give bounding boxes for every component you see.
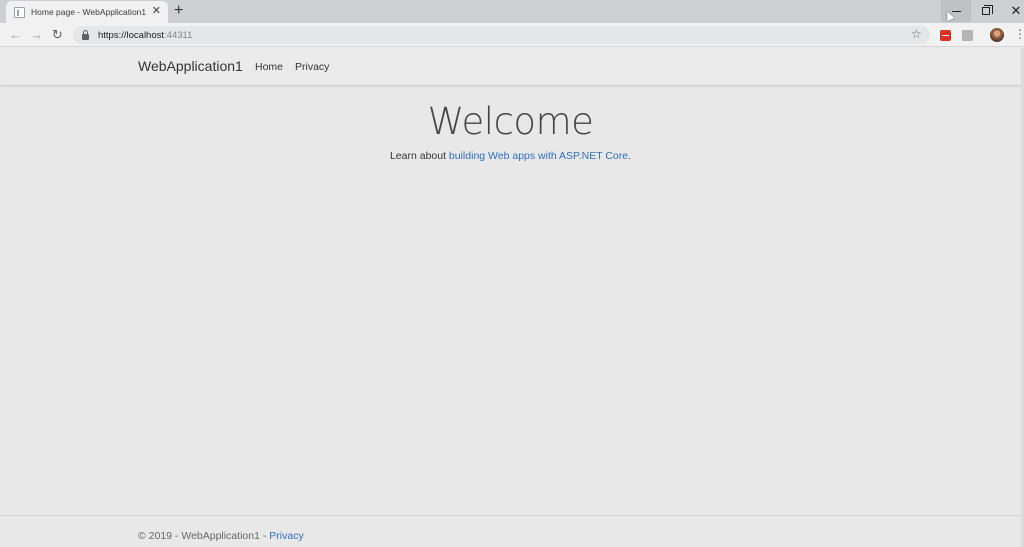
menu-icon[interactable]: ⋮: [1014, 28, 1024, 40]
url-text: https://localhost:44311: [98, 30, 192, 41]
avatar[interactable]: [990, 28, 1004, 42]
learn-prefix: Learn about: [389, 150, 449, 162]
nav-link-home[interactable]: Home: [255, 61, 283, 73]
close-window-button[interactable]: ✕: [1001, 0, 1024, 22]
extension-icon[interactable]: [962, 30, 973, 41]
star-icon[interactable]: ☆: [911, 27, 922, 41]
lock-icon[interactable]: [82, 29, 89, 40]
footer-copyright: © 2019 - WebApplication1 -: [138, 530, 270, 542]
tab-title: Home page - WebApplication1: [31, 7, 147, 17]
browser-tab[interactable]: Home page - WebApplication1 ✕: [6, 1, 168, 23]
footer-divider: [0, 515, 1021, 516]
site-navbar: WebApplication1 Home Privacy: [0, 48, 1021, 86]
learn-suffix: .: [628, 150, 632, 162]
tab-strip: Home page - WebApplication1 ✕ + ✕: [0, 0, 1024, 23]
restore-icon: [982, 5, 993, 15]
site-footer: © 2019 - WebApplication1 - Privacy: [138, 530, 304, 542]
close-tab-icon[interactable]: ✕: [152, 5, 161, 17]
maximize-button[interactable]: [971, 0, 1001, 22]
forward-arrow-icon[interactable]: →: [30, 28, 43, 41]
url-port: :44311: [164, 29, 193, 41]
page-icon: [14, 6, 25, 18]
site-brand[interactable]: WebApplication1: [138, 58, 243, 74]
reload-icon[interactable]: ↻: [52, 28, 63, 41]
browser-toolbar: ← → ↻ https://localhost:44311 ☆ ⋮: [0, 23, 1024, 47]
learn-text: Learn about building Web apps with ASP.N…: [0, 150, 1021, 162]
url-scheme: https://: [98, 29, 127, 41]
url-host: localhost: [126, 29, 165, 41]
address-bar[interactable]: https://localhost:44311: [73, 26, 930, 44]
nav-link-privacy[interactable]: Privacy: [295, 61, 329, 73]
back-arrow-icon[interactable]: ←: [9, 28, 22, 41]
new-tab-button[interactable]: +: [174, 2, 183, 20]
minimize-icon: [951, 10, 961, 12]
docs-link[interactable]: building Web apps with ASP.NET Core: [449, 150, 628, 162]
extension-icon[interactable]: [940, 30, 951, 41]
footer-privacy-link[interactable]: Privacy: [269, 530, 303, 542]
page-title: Welcome: [427, 100, 594, 143]
